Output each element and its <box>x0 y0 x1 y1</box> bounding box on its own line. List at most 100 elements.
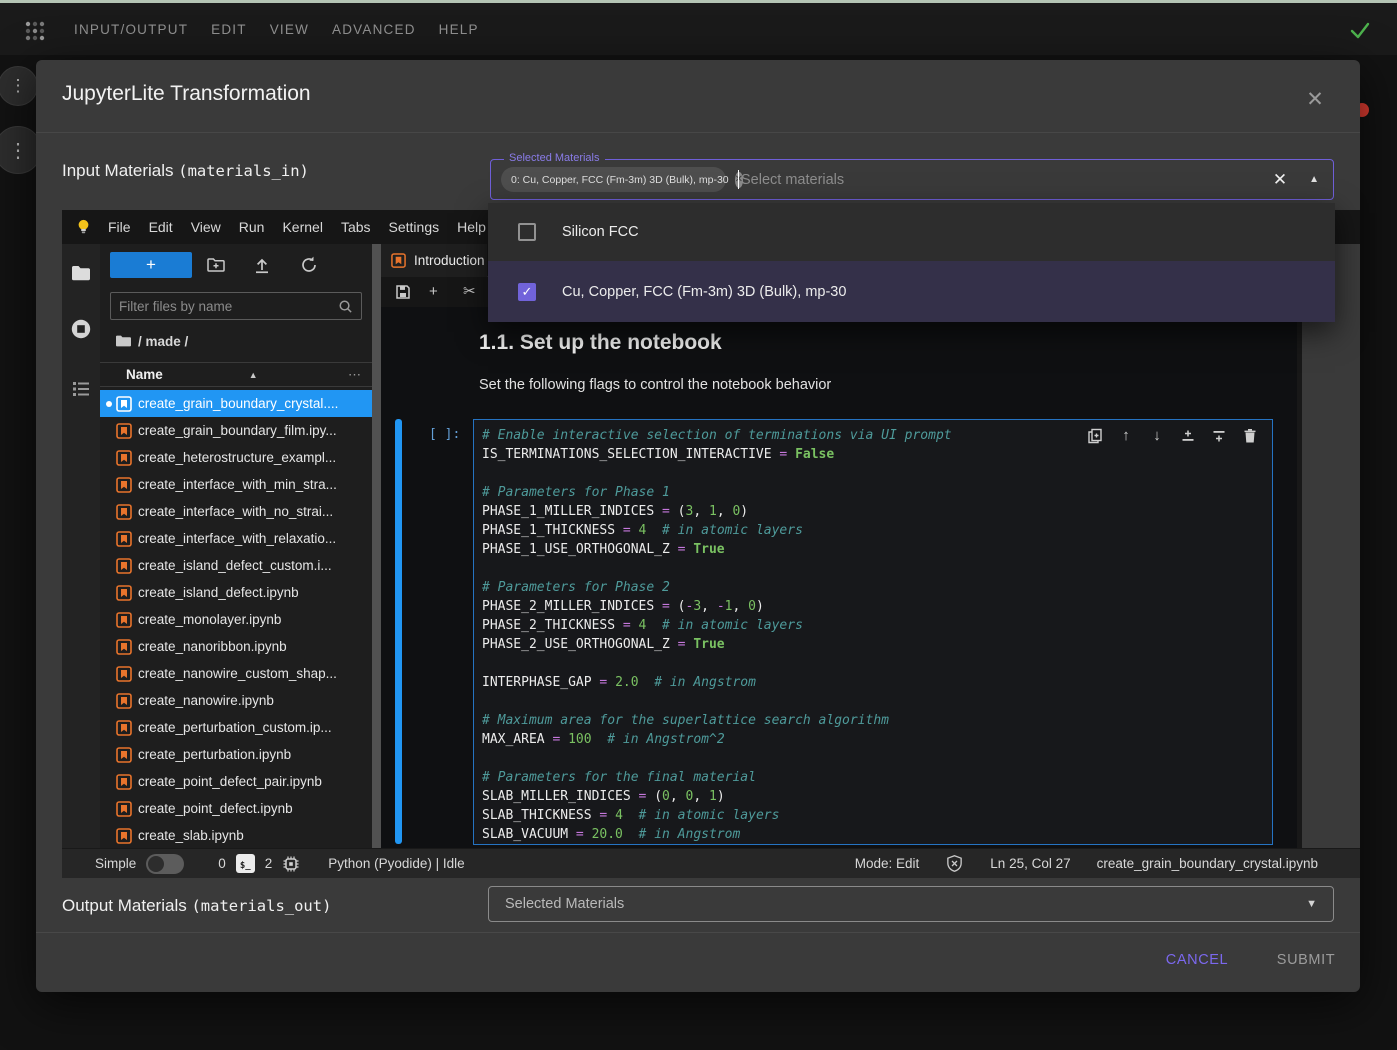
more-columns-icon[interactable]: ⋯ <box>348 367 362 383</box>
insert-below-icon[interactable] <box>1211 428 1227 444</box>
code-line: # Maximum area for the superlattice sear… <box>482 711 1272 730</box>
code-line <box>482 464 1272 483</box>
filter-files-input[interactable] <box>119 299 338 314</box>
code-line: PHASE_2_THICKNESS = 4 # in atomic layers <box>482 616 1272 635</box>
file-browser-icon[interactable] <box>70 262 92 284</box>
file-row[interactable]: create_grain_boundary_crystal.... <box>100 390 372 417</box>
file-row[interactable]: create_nanoribbon.ipynb <box>100 633 372 660</box>
file-row[interactable]: create_interface_with_no_strai... <box>100 498 372 525</box>
code-line: # Parameters for Phase 2 <box>482 578 1272 597</box>
chevron-up-icon[interactable]: ▲ <box>1309 174 1319 185</box>
cell-collapser[interactable] <box>395 419 402 844</box>
terminal-icon[interactable]: $_ <box>236 854 255 873</box>
table-of-contents-icon[interactable] <box>70 378 92 400</box>
jupyter-menu-kernel[interactable]: Kernel <box>282 219 322 235</box>
move-up-icon[interactable]: ↑ <box>1118 428 1134 444</box>
insert-above-icon[interactable] <box>1180 428 1196 444</box>
new-folder-icon[interactable] <box>206 255 226 275</box>
kernel-status[interactable]: Python (Pyodide) | Idle <box>328 856 464 871</box>
file-row[interactable]: create_island_defect_custom.i... <box>100 552 372 579</box>
jupyter-menu-tabs[interactable]: Tabs <box>341 219 371 235</box>
app-menu-help[interactable]: HELP <box>439 22 479 37</box>
file-row[interactable]: create_grain_boundary_film.ipy... <box>100 417 372 444</box>
jupyter-menu-edit[interactable]: Edit <box>149 219 173 235</box>
app-menu-edit[interactable]: EDIT <box>211 22 247 37</box>
cursor-position[interactable]: Ln 25, Col 27 <box>990 856 1070 871</box>
file-row[interactable]: create_monolayer.ipynb <box>100 606 372 633</box>
insert-cell-icon[interactable]: + <box>429 284 445 300</box>
jupyter-menu-view[interactable]: View <box>191 219 221 235</box>
app-menu-items: INPUT/OUTPUT EDIT VIEW ADVANCED HELP <box>74 22 479 37</box>
app-menu-advanced[interactable]: ADVANCED <box>332 22 416 37</box>
clear-selection-icon[interactable]: ✕ <box>1273 170 1287 190</box>
code-line <box>482 692 1272 711</box>
select-materials-placeholder[interactable]: Select materials <box>741 172 844 188</box>
checkbox-checked-icon[interactable]: ✓ <box>518 283 536 301</box>
code-line <box>482 749 1272 768</box>
notebook-icon <box>116 477 132 493</box>
home-folder-icon[interactable] <box>115 334 131 348</box>
kernel-chip-icon[interactable] <box>282 855 300 873</box>
save-icon[interactable] <box>395 284 411 300</box>
selected-material-chip[interactable]: 0: Cu, Copper, FCC (Fm-3m) 3D (Bulk), mp… <box>501 167 726 192</box>
file-name: create_grain_boundary_crystal.... <box>138 396 338 411</box>
jupyter-menu-file[interactable]: File <box>108 219 131 235</box>
app-logo-icon[interactable] <box>24 20 46 42</box>
code-line: PHASE_1_THICKNESS = 4 # in atomic layers <box>482 521 1272 540</box>
file-row[interactable]: create_point_defect_pair.ipynb <box>100 768 372 795</box>
code-line: INTERPHASE_GAP = 2.0 # in Angstrom <box>482 673 1272 692</box>
file-row[interactable]: create_nanowire_custom_shap... <box>100 660 372 687</box>
lightbulb-icon[interactable] <box>75 218 92 235</box>
duplicate-cell-icon[interactable] <box>1087 428 1103 444</box>
notebook-icon <box>116 774 132 790</box>
output-materials-select[interactable]: Selected Materials ▼ <box>488 886 1334 922</box>
close-icon[interactable]: ✕ <box>1302 86 1328 112</box>
app-menu-view[interactable]: VIEW <box>270 22 309 37</box>
breadcrumb[interactable]: / made / <box>115 332 188 350</box>
file-row[interactable]: create_point_defect.ipynb <box>100 795 372 822</box>
jupyter-menu-settings[interactable]: Settings <box>389 219 440 235</box>
background-kebab-button[interactable]: ⋮ <box>0 66 38 106</box>
file-row[interactable]: create_slab.ipynb <box>100 822 372 848</box>
input-materials-select[interactable]: 0: Cu, Copper, FCC (Fm-3m) 3D (Bulk), mp… <box>490 159 1334 200</box>
code-cell-editor[interactable]: ↑ ↓ <box>473 419 1273 845</box>
code-line: SLAB_VACUUM = 20.0 # in Angstrom <box>482 825 1272 844</box>
file-name: create_monolayer.ipynb <box>138 612 281 627</box>
footer-divider <box>36 932 1360 933</box>
checkbox-unchecked-icon[interactable] <box>518 223 536 241</box>
code-line: # Parameters for the final material <box>482 768 1272 787</box>
success-check-icon <box>1348 18 1372 42</box>
submit-button[interactable]: SUBMIT <box>1262 946 1350 974</box>
simple-mode-toggle[interactable] <box>146 854 184 874</box>
jupyter-main-area: + <box>62 244 1360 848</box>
cut-cell-icon[interactable]: ✂ <box>463 284 479 300</box>
file-row[interactable]: create_perturbation_custom.ip... <box>100 714 372 741</box>
file-browser-toolbar: + <box>100 252 372 280</box>
upload-icon[interactable] <box>252 255 272 275</box>
markdown-paragraph: Set the following flags to control the n… <box>479 377 831 393</box>
move-down-icon[interactable]: ↓ <box>1149 428 1165 444</box>
material-option[interactable]: Silicon FCC <box>488 203 1335 261</box>
code-line: # Parameters for Phase 1 <box>482 483 1272 502</box>
file-row[interactable]: create_interface_with_relaxatio... <box>100 525 372 552</box>
file-row[interactable]: create_island_defect.ipynb <box>100 579 372 606</box>
file-row[interactable]: create_perturbation.ipynb <box>100 741 372 768</box>
jupyter-menu-run[interactable]: Run <box>239 219 265 235</box>
panel-splitter[interactable] <box>372 244 381 848</box>
refresh-icon[interactable] <box>299 255 319 275</box>
file-row[interactable]: create_interface_with_min_stra... <box>100 471 372 498</box>
cancel-button[interactable]: CANCEL <box>1154 946 1240 974</box>
material-option[interactable]: ✓Cu, Copper, FCC (Fm-3m) 3D (Bulk), mp-3… <box>488 261 1335 322</box>
file-name: create_slab.ipynb <box>138 828 244 843</box>
file-row[interactable]: create_nanowire.ipynb <box>100 687 372 714</box>
trust-shield-icon[interactable] <box>945 854 964 873</box>
delete-cell-icon[interactable] <box>1242 428 1258 444</box>
running-kernels-icon[interactable] <box>70 318 92 340</box>
tab-introduction[interactable]: Introduction <box>381 244 487 277</box>
file-list-header[interactable]: Name ▲ ⋯ <box>100 362 372 387</box>
jupyter-menu-help[interactable]: Help <box>457 219 486 235</box>
file-row[interactable]: create_heterostructure_exampl... <box>100 444 372 471</box>
app-menu-input-output[interactable]: INPUT/OUTPUT <box>74 22 188 37</box>
notebook-icon <box>116 747 132 763</box>
new-launcher-button[interactable]: + <box>110 252 192 278</box>
